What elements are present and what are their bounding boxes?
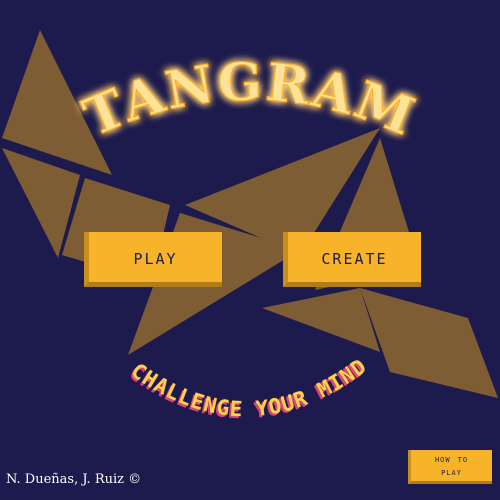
create-button[interactable]: CREATE	[283, 232, 421, 287]
play-button-label: PLAY	[133, 244, 178, 270]
tangram-tail-parallelogram	[360, 288, 498, 398]
game-title: TANGRAM	[75, 52, 424, 149]
tangram-background: TANGRAM CHALLENGE YOUR MIND	[2, 30, 498, 422]
how-to-play-label-line1: HOW TO	[434, 453, 469, 465]
how-to-play-label-line2: PLAY	[441, 466, 462, 478]
tangram-right-small-triangle	[262, 288, 380, 352]
game-title-text: TANGRAM	[75, 51, 423, 149]
how-to-play-button[interactable]: HOW TO PLAY	[408, 450, 492, 484]
play-button[interactable]: PLAY	[84, 232, 222, 287]
tagline: CHALLENGE YOUR MIND	[127, 354, 372, 422]
create-button-label: CREATE	[321, 244, 388, 270]
tagline-text: CHALLENGE YOUR MIND	[127, 354, 371, 422]
credits-text: N. Dueñas, J. Ruiz ©	[6, 472, 142, 487]
